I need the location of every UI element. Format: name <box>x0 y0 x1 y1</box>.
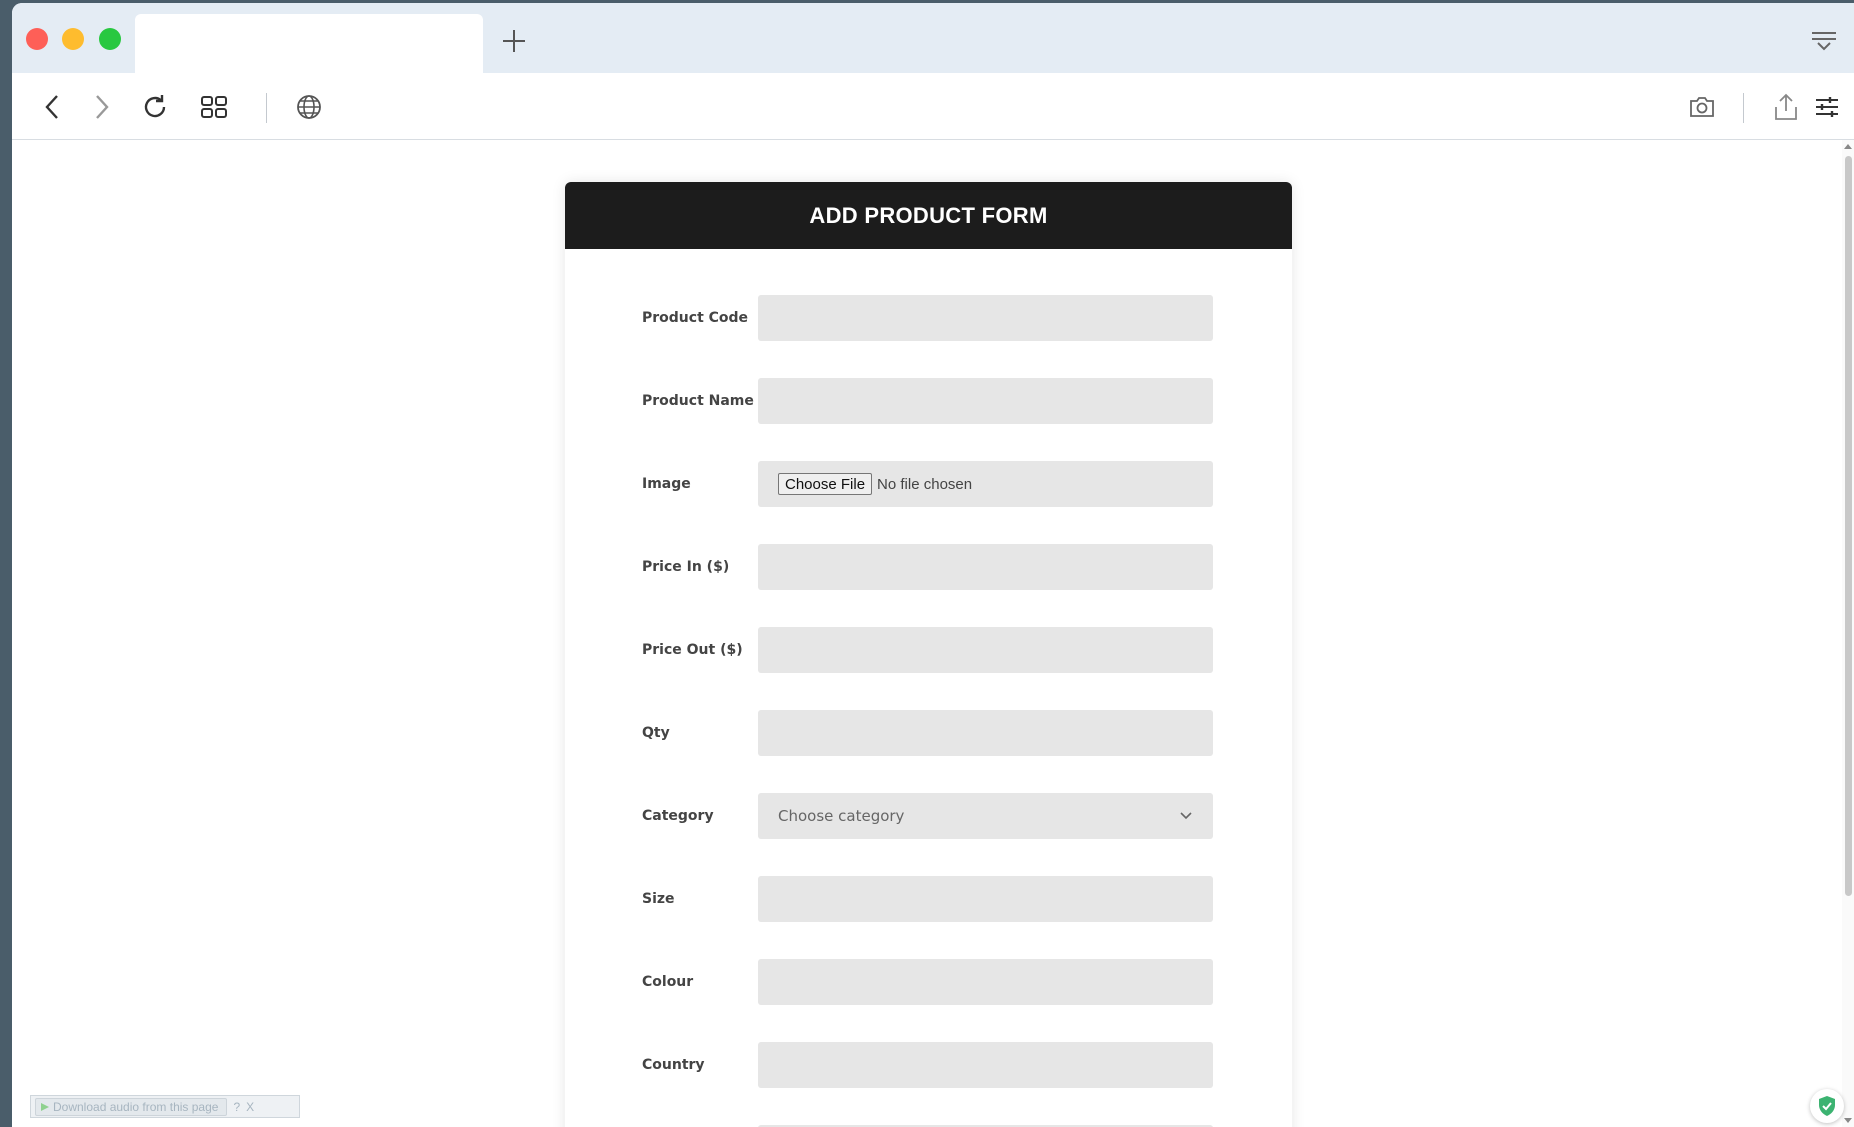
scroll-down-arrow[interactable] <box>1844 1118 1852 1123</box>
globe-icon <box>297 95 321 119</box>
country-input[interactable] <box>758 1042 1213 1088</box>
toolbar-divider-right <box>1743 93 1744 123</box>
tab-overview-button[interactable] <box>196 89 232 125</box>
image-file-input[interactable]: Choose File No file chosen <box>758 461 1213 507</box>
file-status-text: No file chosen <box>877 475 973 493</box>
download-audio-button[interactable]: Download audio from this page <box>35 1097 228 1116</box>
price-in-label: Price In ($) <box>642 559 730 575</box>
image-row: Image Choose File No file chosen <box>565 461 1292 507</box>
shield-check-icon <box>1819 1096 1835 1116</box>
browser-toolbar <box>12 73 1854 140</box>
add-product-form: ADD PRODUCT FORM Product Code Product Na… <box>565 182 1292 1127</box>
tab-list-icon <box>1812 32 1836 51</box>
scrollbar-thumb[interactable] <box>1845 156 1852 896</box>
price-in-input[interactable] <box>758 544 1213 590</box>
qty-input[interactable] <box>758 710 1213 756</box>
size-input[interactable] <box>758 876 1213 922</box>
choose-file-button[interactable]: Choose File <box>778 473 873 495</box>
colour-row: Colour <box>565 959 1292 1005</box>
chevron-down-icon <box>1180 812 1192 820</box>
product-code-label: Product Code <box>642 310 749 326</box>
category-select[interactable]: Choose category <box>758 793 1213 839</box>
price-in-row: Price In ($) <box>565 544 1292 590</box>
maximize-window-button[interactable] <box>99 28 121 50</box>
size-row: Size <box>565 876 1292 922</box>
settings-button[interactable] <box>1809 89 1845 125</box>
scroll-up-arrow[interactable] <box>1844 144 1852 149</box>
play-icon <box>41 1102 49 1111</box>
size-label: Size <box>642 891 675 907</box>
product-name-row: Product Name <box>565 378 1292 424</box>
minimize-window-button[interactable] <box>62 28 84 50</box>
product-code-input[interactable] <box>758 295 1213 341</box>
share-button[interactable] <box>1768 89 1804 125</box>
share-icon <box>1775 93 1797 120</box>
qty-row: Qty <box>565 710 1292 756</box>
reload-button[interactable] <box>137 89 173 125</box>
active-tab[interactable] <box>135 14 483 73</box>
tab-menu-button[interactable] <box>1810 31 1840 55</box>
qty-label: Qty <box>642 725 670 741</box>
new-tab-button[interactable] <box>498 25 530 57</box>
reload-icon <box>144 95 166 118</box>
colour-label: Colour <box>642 974 694 990</box>
settings-sliders-icon <box>1816 97 1838 117</box>
grid-icon <box>201 96 227 118</box>
browser-window: ADD PRODUCT FORM Product Code Product Na… <box>12 3 1854 1127</box>
back-button[interactable] <box>35 89 71 125</box>
price-out-row: Price Out ($) <box>565 627 1292 673</box>
vertical-scrollbar[interactable] <box>1842 140 1854 1127</box>
category-row: Category Choose category <box>565 793 1292 839</box>
form-header: ADD PRODUCT FORM <box>565 182 1292 249</box>
download-audio-label: Download audio from this page <box>53 1099 219 1114</box>
image-label: Image <box>642 476 691 492</box>
plus-icon <box>503 30 525 52</box>
camera-icon <box>1690 97 1714 117</box>
price-out-label: Price Out ($) <box>642 642 743 658</box>
page-content: ADD PRODUCT FORM Product Code Product Na… <box>12 140 1842 1127</box>
category-selected-value: Choose category <box>778 807 905 825</box>
tab-bar <box>12 3 1854 73</box>
back-icon <box>45 95 58 119</box>
category-label: Category <box>642 808 714 824</box>
forward-icon <box>96 95 109 119</box>
product-name-label: Product Name <box>642 393 754 409</box>
form-title: ADD PRODUCT FORM <box>809 202 1048 228</box>
close-window-button[interactable] <box>26 28 48 50</box>
product-name-input[interactable] <box>758 378 1213 424</box>
close-bar-button[interactable]: X <box>246 1100 254 1114</box>
country-row: Country <box>565 1042 1292 1088</box>
address-field[interactable] <box>332 89 1632 125</box>
download-audio-bar: Download audio from this page ? X <box>30 1095 300 1118</box>
product-code-row: Product Code <box>565 295 1292 341</box>
colour-input[interactable] <box>758 959 1213 1005</box>
screenshot-button[interactable] <box>1684 89 1720 125</box>
site-info-button[interactable] <box>291 89 327 125</box>
toolbar-divider <box>266 93 267 123</box>
price-out-input[interactable] <box>758 627 1213 673</box>
help-button[interactable]: ? <box>233 1100 240 1114</box>
forward-button[interactable] <box>83 89 119 125</box>
country-label: Country <box>642 1057 705 1073</box>
security-shield-button[interactable] <box>1810 1089 1844 1123</box>
